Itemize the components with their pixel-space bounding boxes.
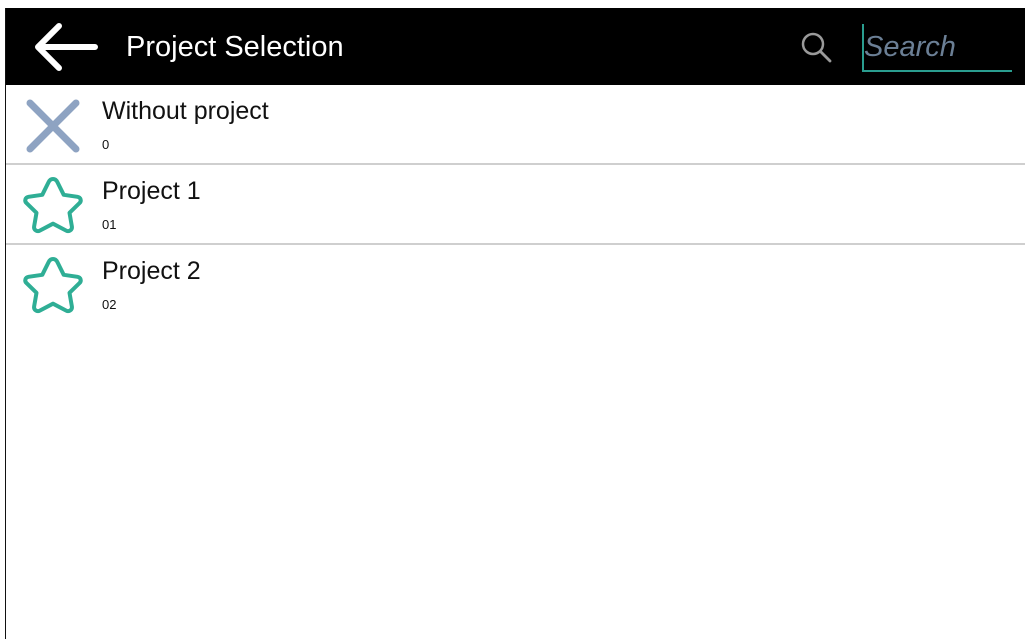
page-title: Project Selection — [126, 31, 344, 63]
project-name: Without project — [102, 97, 269, 125]
project-list-item-without-project[interactable]: Without project 0 — [6, 85, 1025, 165]
toolbar: Project Selection — [6, 8, 1025, 85]
close-icon — [20, 93, 86, 159]
project-code: 02 — [102, 297, 117, 312]
project-name: Project 1 — [102, 177, 201, 205]
screen-frame: Project Selection Without project — [0, 0, 1025, 639]
project-list: Without project 0 Project 1 01 Project 2… — [6, 85, 1025, 323]
project-list-item-project-2[interactable]: Project 2 02 — [6, 245, 1025, 323]
project-selection-screen: Project Selection Without project — [6, 8, 1025, 639]
project-code: 0 — [102, 137, 110, 152]
project-code: 01 — [102, 217, 117, 232]
star-icon — [20, 173, 86, 239]
search-input[interactable] — [864, 26, 1010, 68]
arrow-left-icon — [28, 20, 104, 74]
star-icon — [20, 253, 86, 319]
search-icon[interactable] — [799, 30, 835, 66]
search-field[interactable] — [862, 24, 1012, 72]
top-border — [0, 0, 1025, 8]
project-list-item-project-1[interactable]: Project 1 01 — [6, 165, 1025, 245]
back-button[interactable] — [28, 20, 104, 74]
project-name: Project 2 — [102, 257, 201, 285]
